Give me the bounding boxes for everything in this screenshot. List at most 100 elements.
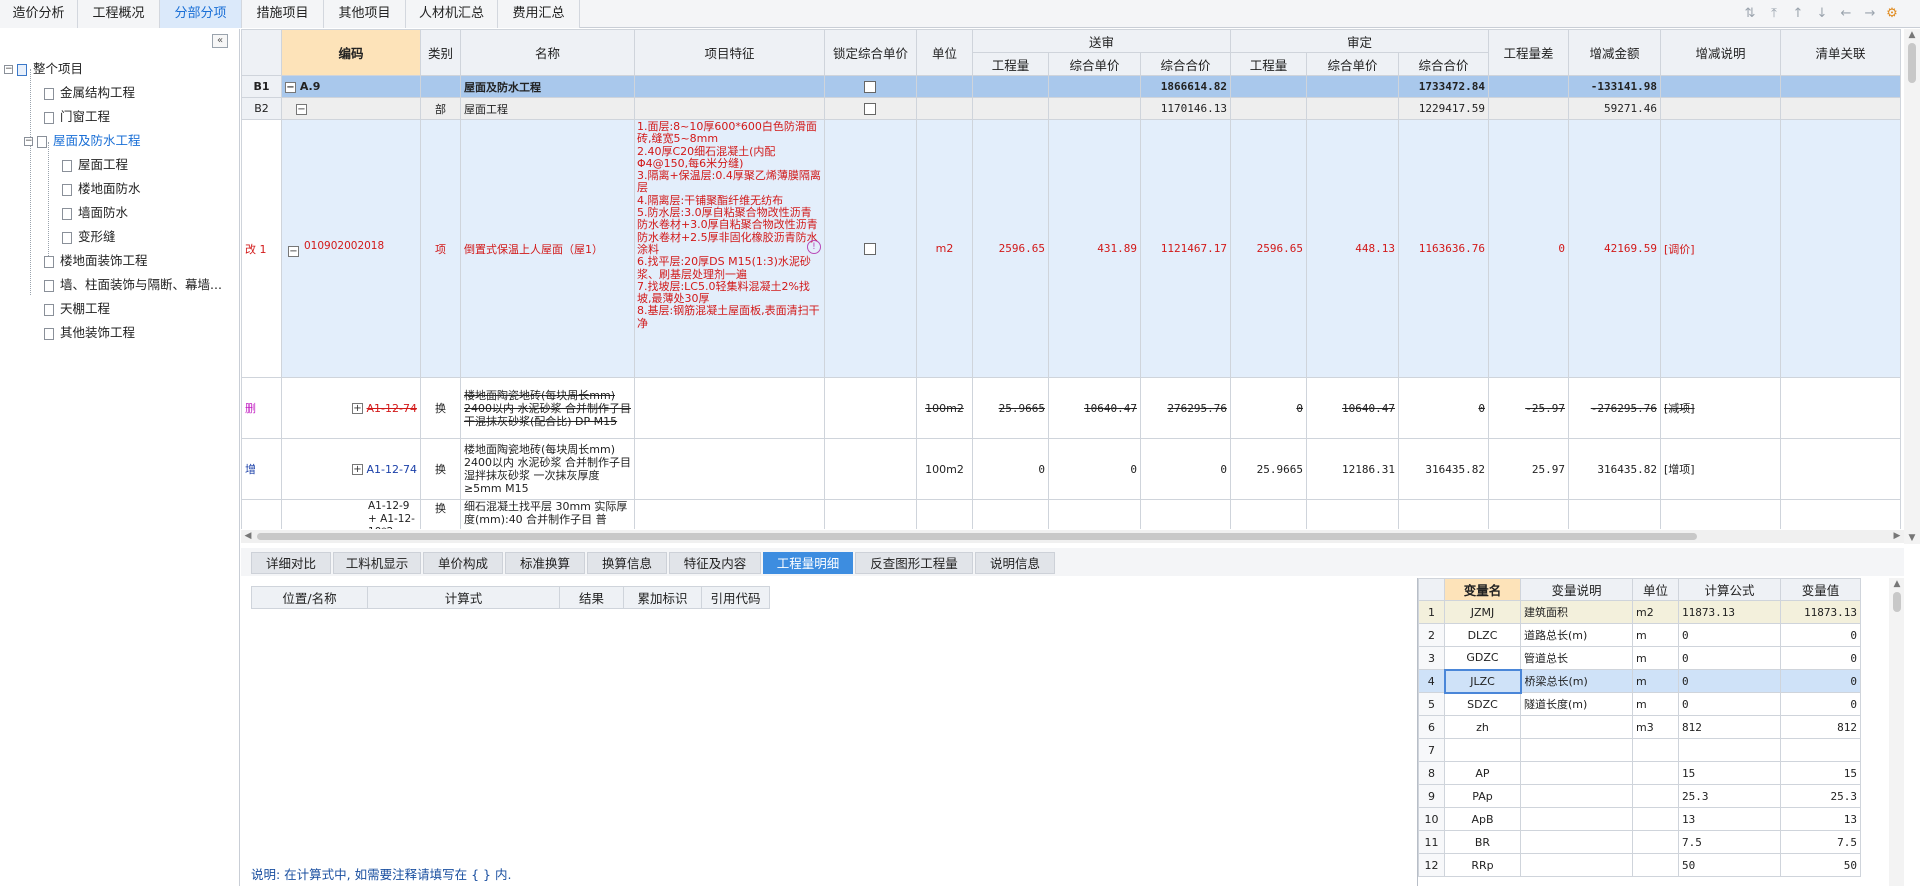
tab-quantity-detail[interactable]: 工程量明细 — [763, 552, 853, 574]
lock-checkbox[interactable] — [864, 243, 877, 255]
expand-icon[interactable]: + — [352, 403, 363, 414]
collapse-icon[interactable]: − — [4, 65, 13, 74]
tab-fee-summary[interactable]: 费用汇总 — [498, 0, 580, 28]
variable-unit[interactable]: m — [1632, 669, 1679, 693]
col-submit-price[interactable]: 综合单价 — [1047, 52, 1141, 76]
col-category[interactable]: 类别 — [419, 29, 461, 76]
col-approve-price[interactable]: 综合单价 — [1305, 52, 1399, 76]
variable-name[interactable]: BR — [1444, 830, 1521, 854]
lock-checkbox[interactable] — [864, 81, 877, 93]
tree-item[interactable]: 楼地面防水 — [62, 178, 141, 200]
tree-item[interactable]: 墙面防水 — [62, 202, 128, 224]
table-row-added[interactable]: 增 + A1-12-74 换 楼地面陶瓷地砖(每块周长mm) 2400以内 水泥… — [241, 438, 1901, 500]
col-list-relation[interactable]: 清单关联 — [1779, 29, 1901, 76]
scroll-up-icon[interactable]: ▲ — [1891, 578, 1903, 590]
variable-row[interactable]: 10 ApB 13 13 — [1418, 807, 1861, 831]
tree-item[interactable]: 天棚工程 — [44, 298, 110, 320]
scroll-down-icon[interactable]: ▼ — [1906, 532, 1918, 544]
variable-value[interactable]: 0 — [1780, 646, 1861, 670]
tab-features-content[interactable]: 特征及内容 — [669, 552, 761, 574]
warning-icon[interactable]: ! — [806, 240, 821, 254]
scroll-thumb[interactable] — [1893, 592, 1901, 612]
table-row-deleted[interactable]: 删 + A1-12-74 换 楼地面陶瓷地砖(每块周长mm) 2400以内 水泥… — [241, 377, 1901, 439]
variable-value[interactable]: 15 — [1780, 761, 1861, 785]
indent-right-icon[interactable]: → — [1862, 6, 1878, 22]
tab-detail-compare[interactable]: 详细对比 — [251, 552, 331, 574]
tab-sub-items[interactable]: 分部分项 — [160, 0, 242, 28]
variable-formula[interactable]: 0 — [1678, 623, 1781, 647]
variable-value[interactable]: 50 — [1780, 853, 1861, 877]
tree-item[interactable]: 其他装饰工程 — [44, 322, 135, 344]
table-row-b2[interactable]: B2 − 部 屋面工程 1170146.13 1229417.59 59271.… — [241, 97, 1901, 120]
variable-description[interactable] — [1520, 853, 1633, 877]
variable-formula[interactable]: 812 — [1678, 715, 1781, 739]
table-row-next[interactable]: A1-12-9 + A1-12-10*2 换 细石混凝土找平层 30mm 实际厚… — [241, 499, 1901, 529]
col-var-value[interactable]: 变量值 — [1780, 578, 1861, 601]
collapse-icon[interactable]: − — [296, 103, 307, 115]
col-result[interactable]: 结果 — [559, 586, 624, 609]
grid-vertical-scrollbar[interactable]: ▲ ▼ — [1904, 29, 1920, 544]
tree-item-roof-waterproof[interactable]: − 屋面及防水工程 — [24, 130, 141, 152]
collapse-panel-button[interactable]: « — [212, 34, 228, 48]
variable-formula[interactable]: 7.5 — [1678, 830, 1781, 854]
move-down-icon[interactable]: ↓ — [1814, 6, 1830, 22]
col-formula[interactable]: 计算式 — [367, 586, 560, 609]
col-lock-price[interactable]: 锁定综合单价 — [823, 29, 917, 76]
col-var-formula[interactable]: 计算公式 — [1678, 578, 1781, 601]
variable-unit[interactable] — [1632, 761, 1679, 785]
variable-unit[interactable] — [1632, 807, 1679, 831]
col-name[interactable]: 名称 — [459, 29, 635, 76]
tab-conversion-info[interactable]: 换算信息 — [587, 552, 667, 574]
variable-row[interactable]: 12 RRp 50 50 — [1418, 853, 1861, 877]
variable-value[interactable]: 812 — [1780, 715, 1861, 739]
variable-formula[interactable]: 25.3 — [1678, 784, 1781, 808]
col-feature[interactable]: 项目特征 — [633, 29, 825, 76]
variable-row[interactable]: 8 AP 15 15 — [1418, 761, 1861, 785]
lock-checkbox[interactable] — [864, 103, 877, 115]
col-delta-amount[interactable]: 增减金额 — [1567, 29, 1661, 76]
tab-project-overview[interactable]: 工程概况 — [78, 0, 160, 28]
variables-vertical-scrollbar[interactable]: ▲ — [1889, 578, 1904, 886]
variable-row[interactable]: 11 BR 7.5 7.5 — [1418, 830, 1861, 854]
variable-name[interactable]: AP — [1444, 761, 1521, 785]
collapse-icon[interactable]: − — [288, 246, 299, 257]
variable-row[interactable]: 2 DLZC 道路总长(m) m 0 0 — [1418, 623, 1861, 647]
variable-name[interactable]: JLZC — [1443, 668, 1522, 694]
sort-icon[interactable]: ⇅ — [1742, 6, 1758, 22]
variable-unit[interactable] — [1632, 830, 1679, 854]
tab-price-composition[interactable]: 单价构成 — [423, 552, 503, 574]
variable-formula[interactable] — [1678, 738, 1781, 762]
variable-formula[interactable]: 0 — [1678, 646, 1781, 670]
scroll-right-icon[interactable]: ▶ — [1892, 530, 1902, 542]
variable-value[interactable]: 25.3 — [1780, 784, 1861, 808]
variable-name[interactable]: SDZC — [1444, 692, 1521, 716]
tree-item[interactable]: 金属结构工程 — [44, 82, 135, 104]
scroll-thumb[interactable] — [1908, 43, 1916, 83]
scroll-thumb[interactable] — [257, 533, 1697, 540]
col-var-name[interactable]: 变量名 — [1444, 578, 1521, 601]
variable-description[interactable] — [1520, 784, 1633, 808]
tab-cost-analysis[interactable]: 造价分析 — [0, 0, 78, 28]
tree-item[interactable]: 门窗工程 — [44, 106, 110, 128]
variable-row[interactable]: 6 zh m3 812 812 — [1418, 715, 1861, 739]
variable-formula[interactable]: 50 — [1678, 853, 1781, 877]
variable-description[interactable]: 管道总长 — [1520, 646, 1633, 670]
variable-unit[interactable] — [1632, 738, 1679, 762]
move-up-icon[interactable]: ↑ — [1790, 6, 1806, 22]
col-var-unit[interactable]: 单位 — [1632, 578, 1679, 601]
variable-value[interactable]: 13 — [1780, 807, 1861, 831]
variable-description[interactable]: 隧道长度(m) — [1520, 692, 1633, 716]
variable-value[interactable] — [1780, 738, 1861, 762]
col-position-name[interactable]: 位置/名称 — [251, 586, 368, 609]
tree-item[interactable]: 变形缝 — [62, 226, 116, 248]
variable-unit[interactable]: m — [1632, 646, 1679, 670]
col-var-desc[interactable]: 变量说明 — [1520, 578, 1633, 601]
move-top-icon[interactable]: ⤒ — [1766, 6, 1782, 22]
col-approve-total[interactable]: 综合合价 — [1397, 52, 1489, 76]
col-accumulate-flag[interactable]: 累加标识 — [623, 586, 702, 609]
collapse-icon[interactable]: − — [24, 137, 33, 146]
tab-reverse-graphic-qty[interactable]: 反查图形工程量 — [855, 552, 973, 574]
variable-name[interactable]: JZMJ — [1444, 600, 1521, 624]
variable-unit[interactable] — [1632, 853, 1679, 877]
tree-item[interactable]: 屋面工程 — [62, 154, 128, 176]
